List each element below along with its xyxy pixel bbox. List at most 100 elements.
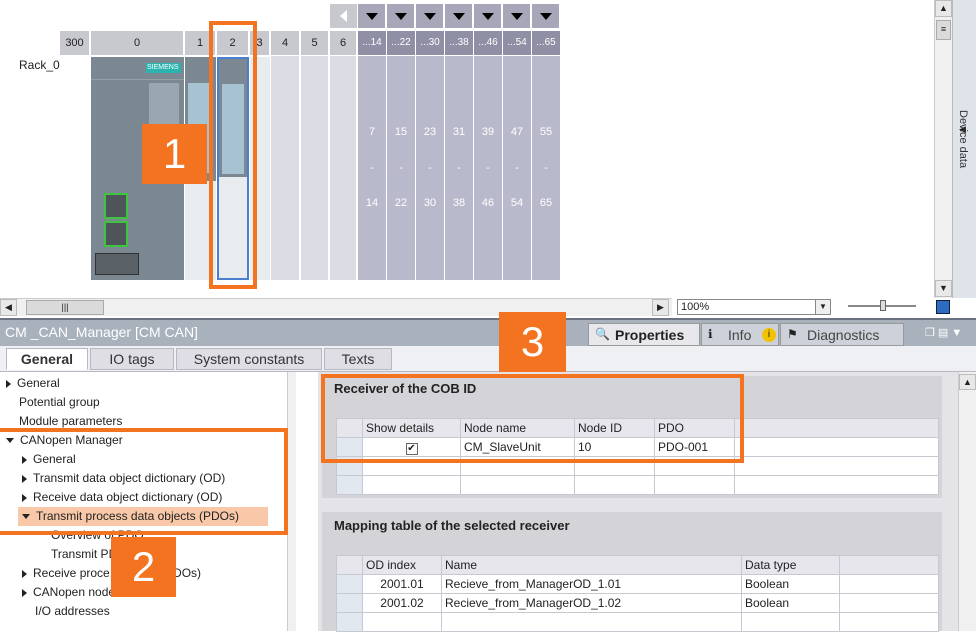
mapping-table: OD index Name Data type 2001.01 Recieve_… <box>336 555 939 632</box>
cell-od-index[interactable]: 2001.01 <box>362 574 442 594</box>
table-row[interactable]: 2001.01 Recieve_from_ManagerOD_1.01 Bool… <box>336 574 939 594</box>
ext-range-dash: - <box>399 162 403 174</box>
triangle-left-icon <box>340 10 347 22</box>
ethernet-port <box>104 221 128 247</box>
cell-od-index[interactable]: 2001.02 <box>362 593 442 613</box>
cell-data-type[interactable]: Boolean <box>741 593 840 613</box>
cell-name[interactable]: Recieve_from_ManagerOD_1.02 <box>441 593 742 613</box>
scroll-down-button[interactable]: ▼ <box>935 280 952 297</box>
tab-texts[interactable]: Texts <box>324 348 392 370</box>
expand-button[interactable] <box>532 4 559 28</box>
scroll-up-button[interactable]: ▲ <box>959 374 976 390</box>
ext-slot-column[interactable]: 15 - 22 <box>387 56 415 280</box>
table-row[interactable] <box>336 475 939 495</box>
scroll-thumb[interactable]: ≡ <box>936 20 951 40</box>
scroll-up-button[interactable]: ▲ <box>935 0 952 17</box>
empty-slot[interactable] <box>330 56 357 280</box>
callout-2: 2 <box>111 537 176 597</box>
tree-item-canopen-node[interactable]: CANopen node... <box>22 583 125 602</box>
table-row[interactable]: 2001.02 Recieve_from_ManagerOD_1.02 Bool… <box>336 593 939 613</box>
ext-slot-column[interactable]: 55 - 65 <box>532 56 560 280</box>
content-scrollbar[interactable]: ▲ <box>958 372 976 631</box>
tree-item-io-addresses[interactable]: I/O addresses <box>35 602 110 621</box>
tab-properties[interactable]: 🔍 Properties <box>588 323 700 346</box>
tab-properties-label: Properties <box>615 327 685 343</box>
ext-slot-header: ...38 <box>445 31 473 55</box>
chevron-down-icon <box>539 12 552 20</box>
ext-range-dash: - <box>370 162 374 174</box>
ext-range-start: 55 <box>539 126 553 138</box>
empty-cell <box>741 612 840 632</box>
tree-scrollbar[interactable] <box>287 372 296 631</box>
tree-item-general[interactable]: General <box>6 374 60 393</box>
zoom-value: 100% <box>681 301 710 313</box>
zoom-slider[interactable] <box>848 300 916 311</box>
ext-slot-column[interactable]: 39 - 46 <box>474 56 502 280</box>
ext-range-end: 22 <box>394 197 408 209</box>
cell-name[interactable]: Recieve_from_ManagerOD_1.01 <box>441 574 742 594</box>
highlight-tree <box>0 428 288 535</box>
inspector-header: CM _CAN_Manager [CM CAN] 🔍 Properties ℹ … <box>0 318 976 346</box>
expand-button[interactable] <box>358 4 385 28</box>
ext-slot-column[interactable]: 47 - 54 <box>503 56 531 280</box>
device-data-side-tab[interactable]: ◀ Device data <box>952 0 976 298</box>
ext-range-dash: - <box>515 162 519 174</box>
ext-slot-header: ...65 <box>532 31 560 55</box>
ext-range-end: 38 <box>452 197 466 209</box>
tab-diagnostics-label: Diagnostics <box>807 327 880 343</box>
tree-item-label: Potential group <box>19 395 100 409</box>
brand-label: SIEMENS <box>147 64 179 71</box>
ext-slot-column[interactable]: 7 - 14 <box>358 56 386 280</box>
scroll-left-button[interactable] <box>330 4 357 28</box>
expand-arrow-icon <box>22 569 27 578</box>
tab-info-label: Info <box>728 327 752 343</box>
side-tab-label: Device data <box>957 110 969 169</box>
scroll-thumb[interactable]: ||| <box>26 300 104 315</box>
empty-cell <box>460 475 575 495</box>
expand-button[interactable] <box>416 4 443 28</box>
ext-slot-column[interactable]: 31 - 38 <box>445 56 473 280</box>
expand-arrow-icon <box>6 379 11 388</box>
expand-button[interactable] <box>503 4 530 28</box>
tab-io-tags[interactable]: IO tags <box>90 348 174 370</box>
ext-range-dash: - <box>486 162 490 174</box>
col-name: Name <box>441 555 742 575</box>
zoom-slider-thumb[interactable] <box>880 300 886 311</box>
scroll-left-button[interactable]: ◀ <box>0 299 17 316</box>
tab-system-constants[interactable]: System constants <box>176 348 322 370</box>
horizontal-scrollbar[interactable]: ◀ ||| ▶ <box>0 298 672 316</box>
window-controls[interactable]: ❐ ▤ ▼ <box>925 326 962 339</box>
empty-cell <box>839 593 939 613</box>
slot-header: 5 <box>301 31 329 55</box>
row-header-cell <box>336 555 363 575</box>
chevron-down-icon <box>423 12 436 20</box>
empty-cell <box>362 475 461 495</box>
empty-cell <box>654 475 735 495</box>
tab-info[interactable]: ℹ Info i <box>701 323 779 346</box>
expand-button[interactable] <box>387 4 414 28</box>
empty-cell <box>362 612 442 632</box>
tab-diagnostics[interactable]: ⚑ Diagnostics <box>780 323 904 346</box>
ext-range-end: 65 <box>539 197 553 209</box>
tab-general[interactable]: General <box>6 348 88 370</box>
empty-cell <box>734 437 939 457</box>
ext-slot-header: ...14 <box>358 31 386 55</box>
fit-view-icon[interactable] <box>936 300 950 314</box>
vertical-scrollbar[interactable]: ▲ ≡ ▼ <box>934 0 952 298</box>
cell-data-type[interactable]: Boolean <box>741 574 840 594</box>
info-icon: ℹ <box>708 327 713 341</box>
scroll-right-button[interactable]: ▶ <box>652 299 669 316</box>
empty-slot[interactable] <box>271 56 300 280</box>
empty-slot[interactable] <box>301 56 329 280</box>
tree-item-potential-group[interactable]: Potential group <box>19 393 100 412</box>
ext-slot-header: ...30 <box>416 31 444 55</box>
device-view: Rack_0 300 0 1 2 3 4 5 6 SIEMENS ...14 .… <box>0 0 935 296</box>
expand-button[interactable] <box>474 4 501 28</box>
ext-slot-column[interactable]: 23 - 30 <box>416 56 444 280</box>
expand-button[interactable] <box>445 4 472 28</box>
inspector-title: CM _CAN_Manager [CM CAN] <box>5 324 198 340</box>
zoom-select[interactable]: 100% ▼ <box>677 299 831 315</box>
slot-header: 6 <box>330 31 357 55</box>
table-row[interactable] <box>336 612 939 632</box>
col-od-index: OD index <box>362 555 442 575</box>
